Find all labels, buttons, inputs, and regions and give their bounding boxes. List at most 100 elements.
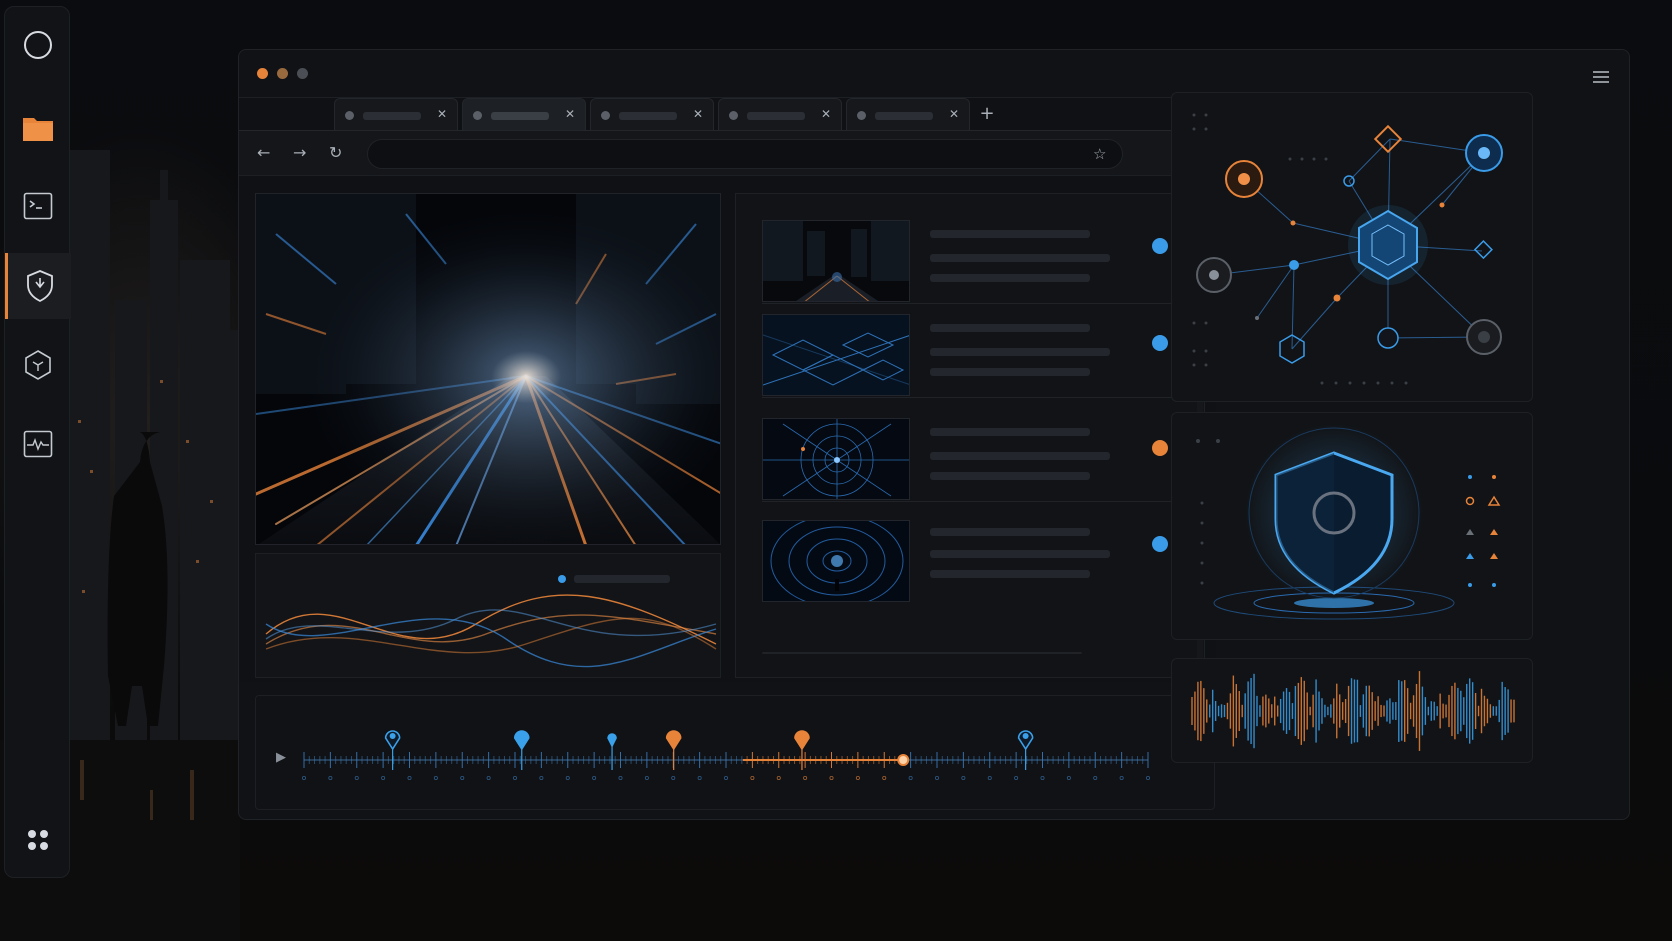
timeline-tick-dot (539, 776, 544, 781)
timeline-marker-core (389, 733, 396, 739)
forward-button[interactable]: → (293, 143, 306, 162)
left-dock (4, 6, 71, 878)
tab-title-placeholder (491, 112, 549, 120)
favicon-icon (857, 111, 866, 120)
tab-close-icon[interactable]: ✕ (693, 107, 703, 121)
tab-close-icon[interactable]: ✕ (821, 107, 831, 121)
list-item[interactable] (762, 306, 1192, 398)
item-subtitle-placeholder (930, 550, 1110, 558)
timeline-marker-core (1022, 733, 1029, 739)
timeline-tick-dot (565, 776, 570, 781)
item-meta-placeholder (930, 274, 1090, 282)
timeline-tick-dot (1146, 776, 1151, 781)
item-title-placeholder (930, 428, 1090, 436)
item-meta-placeholder (930, 570, 1090, 578)
item-subtitle-placeholder (930, 452, 1110, 460)
terminal-icon (23, 192, 53, 220)
timeline-tick-dot (1093, 776, 1098, 781)
back-button[interactable]: ← (257, 143, 270, 162)
window-menu-button[interactable] (1593, 68, 1609, 87)
thumbnail-city-street (762, 220, 910, 302)
dock-item-monitor[interactable] (5, 411, 71, 477)
item-title-placeholder (930, 528, 1090, 536)
address-bar: ← → ↻ ☆ ⋮ (239, 130, 1216, 176)
dock-item-cube[interactable] (5, 332, 71, 398)
timeline-tick-dot (803, 776, 808, 781)
hexagon-cube-icon (25, 350, 51, 380)
bookmark-button[interactable]: ☆ (1093, 145, 1106, 163)
timeline-tick-dot (407, 776, 412, 781)
timeline-tick-dot (1040, 776, 1045, 781)
tab-title-placeholder (363, 112, 421, 120)
dock-item-security[interactable] (5, 253, 71, 319)
timeline-marker[interactable] (513, 730, 530, 751)
timeline-tick-dot (961, 776, 966, 781)
folder-icon (23, 118, 53, 141)
favicon-icon (601, 111, 610, 120)
activity-monitor-icon (23, 430, 53, 458)
tab-2[interactable]: ✕ (462, 98, 586, 130)
tab-title-placeholder (747, 112, 805, 120)
status-dot (1152, 440, 1168, 456)
timeline-marker[interactable] (794, 730, 810, 751)
status-dot (1152, 335, 1168, 351)
timeline-tick-dot (1119, 776, 1124, 781)
tab-4[interactable]: ✕ (718, 98, 842, 130)
timeline-tick-dot (512, 776, 517, 781)
status-dot (1152, 238, 1168, 254)
list-item[interactable] (762, 212, 1192, 304)
timeline-tick-dot (460, 776, 465, 781)
timeline-tick-dot (302, 776, 307, 781)
dock-item-files[interactable] (5, 95, 71, 161)
minimize-window-button[interactable] (277, 68, 288, 79)
timeline-tick-dot (486, 776, 491, 781)
item-title-placeholder (930, 324, 1090, 332)
item-meta-placeholder (930, 472, 1090, 480)
circle-icon (24, 31, 52, 59)
timeline-tick-dot (987, 776, 992, 781)
dock-item-terminal[interactable] (5, 173, 71, 239)
timeline-marker[interactable] (607, 733, 617, 748)
timeline-panel: ▶ (255, 695, 1215, 810)
browser-panel: ✕ ✕ ✕ ✕ ✕ + ← → ↻ ☆ ⋮ (239, 97, 1216, 682)
list-item[interactable] (762, 512, 1192, 604)
timeline-tick-dot (592, 776, 597, 781)
timeline-tick-dot (697, 776, 702, 781)
tab-3[interactable]: ✕ (590, 98, 714, 130)
dock-item-apps[interactable] (5, 807, 71, 873)
apps-grid-icon (28, 830, 48, 850)
timeline-tick-dot (750, 776, 755, 781)
tab-title-placeholder (619, 112, 677, 120)
url-input[interactable] (367, 139, 1123, 169)
timeline-tick-dot (354, 776, 359, 781)
tab-bar: ✕ ✕ ✕ ✕ ✕ + (334, 98, 1000, 130)
window-controls (257, 68, 308, 79)
thumbnail-blueprint-cubes (762, 314, 910, 396)
list-item[interactable] (762, 410, 1192, 502)
favicon-icon (473, 111, 482, 120)
tab-close-icon[interactable]: ✕ (949, 107, 959, 121)
media-feed (735, 193, 1205, 678)
tab-close-icon[interactable]: ✕ (437, 107, 447, 121)
security-shield-panel (1171, 412, 1533, 640)
timeline-tick-dot (935, 776, 940, 781)
tab-5[interactable]: ✕ (846, 98, 970, 130)
hamburger-icon (1593, 71, 1609, 83)
tab-1[interactable]: ✕ (334, 98, 458, 130)
network-graph-panel (1171, 92, 1533, 402)
timeline-track[interactable] (256, 696, 1216, 811)
maximize-window-button[interactable] (297, 68, 308, 79)
timeline-tick-dot (328, 776, 333, 781)
timeline-playhead[interactable] (897, 754, 910, 766)
timeline-tick-dot (908, 776, 913, 781)
reload-button[interactable]: ↻ (329, 143, 342, 162)
close-window-button[interactable] (257, 68, 268, 79)
timeline-marker[interactable] (665, 730, 682, 751)
item-subtitle-placeholder (930, 254, 1110, 262)
dock-item-home[interactable] (5, 12, 71, 78)
timeline-tick-dot (855, 776, 860, 781)
new-tab-button[interactable]: + (974, 98, 1000, 130)
item-subtitle-placeholder (930, 348, 1110, 356)
tab-close-icon[interactable]: ✕ (565, 107, 575, 121)
timeline-tick-dot (829, 776, 834, 781)
